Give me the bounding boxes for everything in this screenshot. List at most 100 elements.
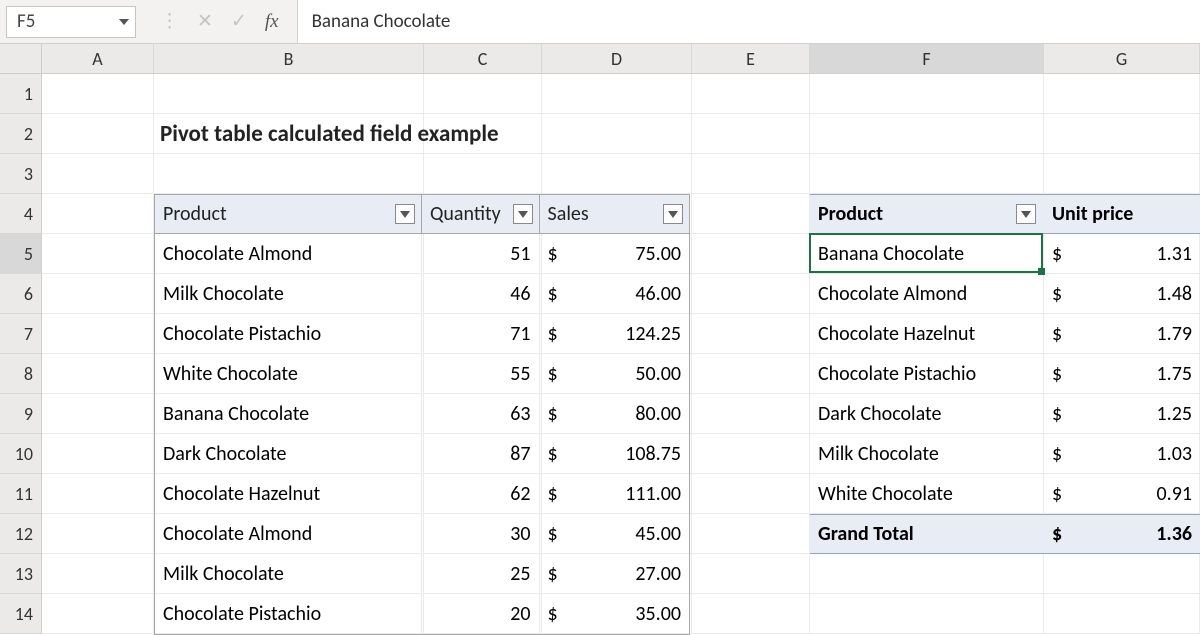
cell-sales[interactable]: $111.00 bbox=[540, 474, 689, 513]
table-header[interactable]: Quantity bbox=[422, 195, 540, 233]
cell-product[interactable]: Chocolate Almond bbox=[155, 514, 422, 553]
cell-quantity[interactable]: 55 bbox=[422, 354, 540, 393]
row-header-10[interactable]: 10 bbox=[0, 434, 41, 474]
cell-quantity[interactable]: 25 bbox=[422, 554, 540, 593]
table-row[interactable]: Chocolate Hazelnut62$111.00 bbox=[155, 474, 689, 514]
cell-sales[interactable]: $75.00 bbox=[540, 234, 689, 273]
cell-quantity[interactable]: 71 bbox=[422, 314, 540, 353]
formula-input[interactable]: Banana Chocolate bbox=[297, 0, 1200, 43]
filter-dropdown-icon[interactable] bbox=[395, 204, 415, 224]
cell-quantity[interactable]: 51 bbox=[422, 234, 540, 273]
pivot-row[interactable]: Milk Chocolate$1.03 bbox=[810, 434, 1200, 474]
filter-dropdown-icon[interactable] bbox=[663, 204, 683, 224]
column-header-G[interactable]: G bbox=[1044, 44, 1200, 73]
cell-product[interactable]: White Chocolate bbox=[155, 354, 422, 393]
pivot-row[interactable]: White Chocolate$0.91 bbox=[810, 474, 1200, 514]
table-header[interactable]: Sales bbox=[540, 195, 689, 233]
cell-product[interactable]: Milk Chocolate bbox=[155, 274, 422, 313]
cell-sales[interactable]: $80.00 bbox=[540, 394, 689, 433]
row-header-7[interactable]: 7 bbox=[0, 314, 41, 354]
pivot-row[interactable]: Chocolate Almond$1.48 bbox=[810, 274, 1200, 314]
table-row[interactable]: Banana Chocolate63$80.00 bbox=[155, 394, 689, 434]
cell-quantity[interactable]: 30 bbox=[422, 514, 540, 553]
cell-quantity[interactable]: 20 bbox=[422, 594, 540, 633]
cell-quantity[interactable]: 46 bbox=[422, 274, 540, 313]
pivot-cell-product[interactable]: Chocolate Almond bbox=[810, 274, 1044, 314]
filter-dropdown-icon[interactable] bbox=[1016, 204, 1036, 224]
row-header-4[interactable]: 4 bbox=[0, 194, 41, 234]
column-header-A[interactable]: A bbox=[42, 44, 154, 73]
row-header-8[interactable]: 8 bbox=[0, 354, 41, 394]
cancel-icon[interactable]: ✕ bbox=[197, 10, 213, 33]
cell-product[interactable]: Chocolate Almond bbox=[155, 234, 422, 273]
cell-sales[interactable]: $50.00 bbox=[540, 354, 689, 393]
table-row[interactable]: Chocolate Almond30$45.00 bbox=[155, 514, 689, 554]
pivot-row[interactable]: Chocolate Pistachio$1.75 bbox=[810, 354, 1200, 394]
pivot-row[interactable]: Banana Chocolate$1.31 bbox=[810, 234, 1200, 274]
cell-quantity[interactable]: 87 bbox=[422, 434, 540, 473]
pivot-cell-unit-price[interactable]: $1.31 bbox=[1044, 234, 1200, 274]
fx-icon[interactable]: fx bbox=[265, 11, 279, 33]
column-header-F[interactable]: F bbox=[810, 44, 1044, 73]
table-row[interactable]: Chocolate Almond51$75.00 bbox=[155, 234, 689, 274]
column-header-B[interactable]: B bbox=[154, 44, 424, 73]
row-header-14[interactable]: 14 bbox=[0, 594, 41, 634]
cell-sales[interactable]: $27.00 bbox=[540, 554, 689, 593]
table-row[interactable]: Dark Chocolate87$108.75 bbox=[155, 434, 689, 474]
cell-sales[interactable]: $108.75 bbox=[540, 434, 689, 473]
table-row[interactable]: Milk Chocolate25$27.00 bbox=[155, 554, 689, 594]
row-header-2[interactable]: 2 bbox=[0, 114, 41, 154]
pivot-cell-unit-price[interactable]: $1.25 bbox=[1044, 394, 1200, 434]
row-header-1[interactable]: 1 bbox=[0, 74, 41, 114]
table-header-label: Quantity bbox=[430, 202, 501, 226]
table-row[interactable]: White Chocolate55$50.00 bbox=[155, 354, 689, 394]
cell-product[interactable]: Chocolate Pistachio bbox=[155, 594, 422, 633]
row-header-12[interactable]: 12 bbox=[0, 514, 41, 554]
column-header-C[interactable]: C bbox=[424, 44, 542, 73]
pivot-cell-unit-price[interactable]: $0.91 bbox=[1044, 474, 1200, 514]
pivot-cell-product[interactable]: Milk Chocolate bbox=[810, 434, 1044, 474]
pivot-cell-unit-price[interactable]: $1.03 bbox=[1044, 434, 1200, 474]
pivot-cell-product[interactable]: White Chocolate bbox=[810, 474, 1044, 514]
row-header-13[interactable]: 13 bbox=[0, 554, 41, 594]
pivot-cell-unit-price[interactable]: $1.79 bbox=[1044, 314, 1200, 354]
cell-sales[interactable]: $46.00 bbox=[540, 274, 689, 313]
pivot-cell-unit-price[interactable]: $1.75 bbox=[1044, 354, 1200, 394]
cell-product[interactable]: Chocolate Hazelnut bbox=[155, 474, 422, 513]
pivot-grand-total[interactable]: Grand Total$1.36 bbox=[810, 514, 1200, 554]
pivot-header[interactable]: Product bbox=[810, 195, 1044, 233]
cell-quantity[interactable]: 62 bbox=[422, 474, 540, 513]
cell-product[interactable]: Chocolate Pistachio bbox=[155, 314, 422, 353]
pivot-row[interactable]: Chocolate Hazelnut$1.79 bbox=[810, 314, 1200, 354]
table-row[interactable]: Milk Chocolate46$46.00 bbox=[155, 274, 689, 314]
pivot-cell-product[interactable]: Chocolate Hazelnut bbox=[810, 314, 1044, 354]
pivot-header[interactable]: Unit price bbox=[1044, 195, 1200, 233]
pivot-cell-product[interactable]: Banana Chocolate bbox=[810, 234, 1044, 274]
spreadsheet-grid[interactable]: ABCDEFG 1234567891011121314 Pivot table … bbox=[0, 44, 1200, 634]
column-header-E[interactable]: E bbox=[692, 44, 810, 73]
cell-sales[interactable]: $35.00 bbox=[540, 594, 689, 633]
filter-dropdown-icon[interactable] bbox=[513, 204, 533, 224]
table-header[interactable]: Product bbox=[155, 195, 422, 233]
row-header-11[interactable]: 11 bbox=[0, 474, 41, 514]
row-header-9[interactable]: 9 bbox=[0, 394, 41, 434]
pivot-cell-unit-price[interactable]: $1.48 bbox=[1044, 274, 1200, 314]
pivot-cell-product[interactable]: Dark Chocolate bbox=[810, 394, 1044, 434]
accept-icon[interactable]: ✓ bbox=[231, 10, 247, 33]
cell-product[interactable]: Banana Chocolate bbox=[155, 394, 422, 433]
table-row[interactable]: Chocolate Pistachio71$124.25 bbox=[155, 314, 689, 354]
cell-sales[interactable]: $124.25 bbox=[540, 314, 689, 353]
cell-sales[interactable]: $45.00 bbox=[540, 514, 689, 553]
pivot-cell-product[interactable]: Chocolate Pistachio bbox=[810, 354, 1044, 394]
cell-product[interactable]: Dark Chocolate bbox=[155, 434, 422, 473]
row-header-3[interactable]: 3 bbox=[0, 154, 41, 194]
table-row[interactable]: Chocolate Pistachio20$35.00 bbox=[155, 594, 689, 634]
cell-quantity[interactable]: 63 bbox=[422, 394, 540, 433]
select-all-corner[interactable] bbox=[0, 44, 42, 73]
column-header-D[interactable]: D bbox=[542, 44, 692, 73]
pivot-row[interactable]: Dark Chocolate$1.25 bbox=[810, 394, 1200, 434]
cell-product[interactable]: Milk Chocolate bbox=[155, 554, 422, 593]
row-header-6[interactable]: 6 bbox=[0, 274, 41, 314]
name-box[interactable]: F5 bbox=[6, 6, 136, 38]
row-header-5[interactable]: 5 bbox=[0, 234, 41, 274]
